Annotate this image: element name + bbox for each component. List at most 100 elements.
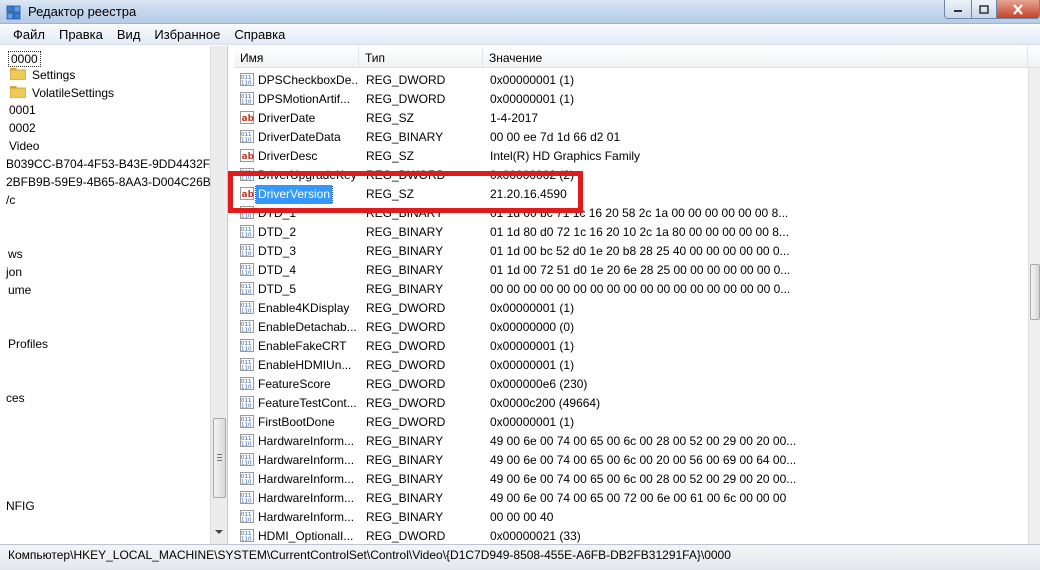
value-name: DriverDateData	[258, 130, 341, 144]
registry-value-row[interactable]: 011 110 DPSMotionArtif... REG_DWORD 0x000000…	[234, 90, 1028, 109]
reg-binary-icon: 011110	[240, 282, 254, 295]
value-name: HardwareInform...	[258, 472, 355, 486]
reg-binary-icon: 011110	[240, 263, 254, 276]
value-name-cell: 011 110 DTD_5	[240, 280, 359, 299]
registry-value-row[interactable]: 011 110 FeatureScore REG_DWORD 0x000000e6 (2…	[234, 375, 1028, 394]
value-name-cell: 011 110 DriverUpgradeKey	[240, 166, 359, 185]
value-type: REG_BINARY	[366, 434, 444, 448]
tree-item[interactable]: 0002	[9, 119, 36, 137]
tree-item[interactable]: /c	[6, 191, 15, 209]
menu-view[interactable]: Вид	[110, 27, 148, 42]
value-name: DPSCheckboxDe...	[258, 73, 359, 87]
value-name: HardwareInform...	[258, 453, 355, 467]
value-name-cell: 011 110 EnableHDMIUn...	[240, 356, 359, 375]
registry-value-row[interactable]: 011 110 HardwareInform... REG_BINARY 49 00 6…	[234, 470, 1028, 489]
svg-text:110: 110	[241, 537, 252, 543]
registry-value-row[interactable]: 011 110 DTD_2 REG_BINARY 01 1d 80 d0 72 1c 1…	[234, 223, 1028, 242]
minimize-button[interactable]	[944, 0, 972, 19]
registry-value-row[interactable]: 011 110 HDMI_OptionalI... REG_DWORD 0x000000…	[234, 527, 1028, 544]
tree-item[interactable]: ws	[8, 245, 23, 263]
value-data: 01 1d 00 72 51 d0 1e 20 6e 28 25 00 00 0…	[490, 263, 791, 277]
menu-help[interactable]: Справка	[227, 27, 292, 42]
tree-item[interactable]: ces	[6, 389, 25, 407]
registry-value-row[interactable]: ab DriverDesc REG_SZ Intel(R) HD Graphics F…	[234, 147, 1028, 166]
value-name-cell: 011 110 DTD_3	[240, 242, 359, 261]
column-header-type[interactable]: Тип	[359, 46, 483, 68]
tree-item[interactable]: VolatileSettings	[10, 84, 114, 102]
registry-value-row[interactable]: 011 110 HardwareInform... REG_BINARY 49 00 6…	[234, 451, 1028, 470]
tree-item[interactable]: Settings	[10, 66, 75, 84]
close-button[interactable]	[996, 0, 1040, 19]
registry-value-row[interactable]: 011 110 DriverDateData REG_BINARY 00 00 ee 7…	[234, 128, 1028, 147]
menu-bar: Файл Правка Вид Избранное Справка	[0, 25, 1040, 45]
menu-edit[interactable]: Правка	[52, 27, 110, 42]
tree-item[interactable]: ume	[8, 281, 31, 299]
value-type: REG_DWORD	[366, 415, 446, 429]
registry-value-row[interactable]: 011 110 EnableDetachab... REG_DWORD 0x000000…	[234, 318, 1028, 337]
values-list[interactable]: Имя Тип Значение 011 110 DPSCheckboxDe... R…	[234, 46, 1040, 544]
value-data: 0x00000001 (1)	[490, 92, 575, 106]
registry-value-row[interactable]: 011 110 HardwareInform... REG_BINARY 49 00 6…	[234, 432, 1028, 451]
registry-value-row[interactable]: 011 110 DriverUpgradeKey REG_DWORD 0x0000000…	[234, 166, 1028, 185]
registry-value-row[interactable]: 011 110 EnableFakeCRT REG_DWORD 0x00000001 (…	[234, 337, 1028, 356]
reg-binary-icon: 011110	[240, 472, 254, 485]
tree-item[interactable]: NFIG	[6, 497, 35, 515]
tree-item[interactable]: 0001	[9, 101, 36, 119]
registry-value-row[interactable]: 011 110 DTD_4 REG_BINARY 01 1d 00 72 51 d0 1…	[234, 261, 1028, 280]
svg-text:110: 110	[241, 442, 252, 448]
maximize-button[interactable]	[971, 0, 997, 19]
value-name: HardwareInform...	[258, 510, 355, 524]
value-data: 0x00000000 (0)	[490, 320, 575, 334]
tree-scrollbar[interactable]	[210, 46, 227, 544]
list-scrollbar-thumb[interactable]	[1030, 264, 1040, 320]
tree-item-label: Settings	[32, 68, 76, 82]
tree-scrollbar-thumb[interactable]	[213, 418, 226, 498]
tree-item[interactable]: 2BFB9B-59E9-4B65-8AA3-D004C26BA	[6, 173, 219, 191]
tree-item[interactable]: B039CC-B704-4F53-B43E-9DD4432FA	[6, 155, 217, 173]
registry-value-row[interactable]: 011 110 DTD_5 REG_BINARY 00 00 00 00 00 00 0…	[234, 280, 1028, 299]
menu-favorites[interactable]: Избранное	[147, 27, 227, 42]
registry-value-row[interactable]: 011 110 DTD_1 REG_BINARY 01 1d 00 bc 71 1c 1…	[234, 204, 1028, 223]
value-name: DriverVersion	[254, 185, 334, 204]
tree-item-label: 0000	[8, 51, 41, 67]
registry-value-row[interactable]: 011 110 HardwareInform... REG_BINARY 49 00 6…	[234, 489, 1028, 508]
value-type: REG_DWORD	[366, 377, 446, 391]
value-data: 49 00 6e 00 74 00 65 00 72 00 6e 00 61 0…	[490, 491, 787, 505]
registry-value-row[interactable]: 011 110 FeatureTestCont... REG_DWORD 0x0000c…	[234, 394, 1028, 413]
value-name: DTD_1	[258, 206, 297, 220]
tree-item-label: ws	[8, 247, 23, 261]
value-name-cell: 011 110 HDMI_OptionalI...	[240, 527, 359, 544]
value-name-cell: 011 110 EnableDetachab...	[240, 318, 359, 337]
value-name-cell: 011 110 HardwareInform...	[240, 489, 359, 508]
folder-icon	[10, 68, 26, 80]
column-header-value[interactable]: Значение	[483, 46, 1028, 68]
tree-item[interactable]: Video	[9, 137, 39, 155]
svg-text:ab: ab	[242, 152, 255, 162]
tree-item[interactable]: Profiles	[8, 335, 48, 353]
column-header-name[interactable]: Имя	[234, 46, 359, 68]
value-name: DTD_2	[258, 225, 297, 239]
registry-value-row[interactable]: 011 110 DPSCheckboxDe... REG_DWORD 0x0000000…	[234, 71, 1028, 90]
tree-item[interactable]: jon	[6, 263, 22, 281]
registry-value-row[interactable]: ab DriverDate REG_SZ 1-4-2017	[234, 109, 1028, 128]
registry-value-row[interactable]: 011 110 EnableHDMIUn... REG_DWORD 0x00000001…	[234, 356, 1028, 375]
svg-text:110: 110	[241, 214, 252, 220]
svg-text:110: 110	[241, 81, 252, 87]
value-type: REG_BINARY	[366, 130, 444, 144]
registry-value-row[interactable]: 011 110 HardwareInform... REG_BINARY 00 00 0…	[234, 508, 1028, 527]
scroll-down-icon[interactable]	[215, 530, 223, 534]
value-type: REG_BINARY	[366, 225, 444, 239]
menu-file[interactable]: Файл	[6, 27, 52, 42]
value-type: REG_DWORD	[366, 92, 446, 106]
registry-value-row[interactable]: 011 110 DTD_3 REG_BINARY 01 1d 00 bc 52 d0 1…	[234, 242, 1028, 261]
reg-binary-icon: 011110	[240, 434, 254, 447]
registry-value-row[interactable]: 011 110 FirstBootDone REG_DWORD 0x00000001 (…	[234, 413, 1028, 432]
reg-binary-icon: 011110	[240, 358, 254, 371]
reg-binary-icon: 011110	[240, 510, 254, 523]
registry-value-row[interactable]: 011 110 Enable4KDisplay REG_DWORD 0x00000001…	[234, 299, 1028, 318]
value-name: EnableFakeCRT	[258, 339, 347, 353]
registry-value-row[interactable]: ab DriverVersion REG_SZ 21.20.16.4590	[234, 185, 1028, 204]
registry-tree[interactable]: 0000 Settings VolatileSettings 0001 0002 Vide…	[0, 46, 228, 544]
value-name: DriverDate	[258, 111, 316, 125]
list-scrollbar[interactable]	[1028, 68, 1040, 544]
